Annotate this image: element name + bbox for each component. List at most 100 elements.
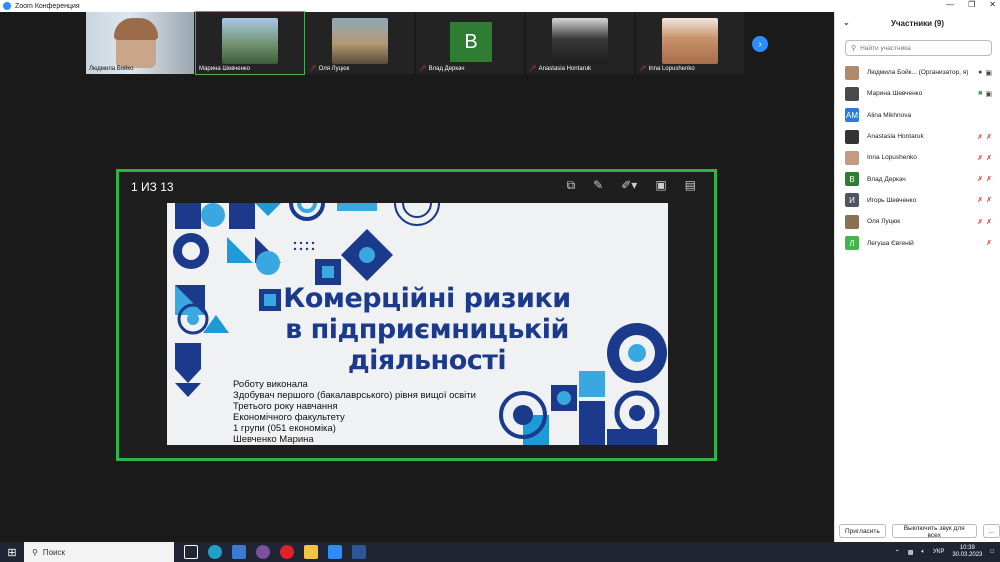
task-view-icon[interactable] — [184, 545, 198, 559]
tray-arrow-icon[interactable]: ⌃ — [895, 549, 900, 556]
window-controls: — ❐ ✕ — [946, 0, 996, 9]
participant-photo — [332, 18, 388, 64]
video-on-icon: ▣ — [985, 69, 992, 77]
taskbar-search[interactable]: ⚲ Поиск — [24, 542, 174, 562]
share-options-icon[interactable]: ▤ — [685, 178, 696, 193]
store-icon[interactable] — [232, 545, 246, 559]
avatar: Л — [845, 236, 859, 251]
tile-name: 🎤︎ Влад Деркач — [419, 65, 465, 73]
meeting-area: Людмила Бойко Марина Шевченко 🎤︎ Оля Луцю… — [0, 11, 834, 542]
tile-name: 🎤︎ Оля Луцюк — [309, 65, 350, 73]
mic-off-icon: 🎤︎ — [309, 66, 317, 72]
avatar — [845, 86, 859, 101]
annotate-icon[interactable]: ✐▾ — [621, 178, 637, 193]
slide-line: Роботу виконала — [233, 379, 308, 390]
tile-name: 🎤︎ Anastasia Hontaruk — [529, 65, 591, 73]
opera-icon[interactable] — [280, 545, 294, 559]
video-tile-vlad[interactable]: В 🎤︎ Влад Деркач — [416, 12, 524, 74]
participant-item[interactable]: Inna Lopushenko ✗ ✗ — [835, 147, 1000, 168]
share-tools: ⧉ ✎ ✐▾ ▣ ▤ — [567, 178, 696, 193]
participant-status: ✗ ✗ — [977, 175, 992, 183]
clock-date: 30.03.2023 — [952, 552, 983, 558]
next-page-icon[interactable]: › — [752, 36, 768, 52]
participant-name: Alina Mikhnova — [867, 111, 912, 119]
slide-body-text: Роботу виконала Здобувач першого (бакала… — [233, 379, 476, 445]
windows-taskbar: ⊞ ⚲ Поиск ⌃ ▩ 🔈︎ УКР 10:39 30.03.2023 □ — [0, 542, 1000, 562]
edge-icon[interactable] — [208, 545, 222, 559]
participant-avatar: В — [450, 22, 492, 62]
participant-item[interactable]: AM Alina Mikhnova — [835, 105, 1000, 126]
mic-off-icon: ✗ — [977, 218, 984, 226]
more-button[interactable]: ... — [982, 524, 1000, 538]
participant-status: ✗ ✗ — [977, 218, 992, 226]
network-icon[interactable]: ▩ — [908, 549, 914, 556]
taskbar-apps — [184, 545, 366, 559]
system-tray: ⌃ ▩ 🔈︎ УКР 10:39 30.03.2023 □ — [895, 542, 994, 562]
mic-off-icon: ✗ — [977, 176, 984, 184]
video-tile-inna[interactable]: 🎤︎ Inna Lopushenko — [636, 12, 744, 74]
language-indicator[interactable]: УКР — [933, 549, 944, 555]
participant-status: ✗ ✗ — [977, 133, 992, 141]
notifications-icon[interactable]: □ — [990, 549, 994, 555]
participant-search-input[interactable] — [860, 44, 981, 52]
participant-item[interactable]: Л Легуша Євгеній ✗ — [835, 232, 1000, 253]
avatar: В — [845, 172, 859, 187]
participant-name: Легуша Євгеній — [867, 239, 914, 247]
mute-all-button[interactable]: Выключить звук для всех — [891, 524, 977, 539]
participant-item[interactable]: Оля Луцюк ✗ ✗ — [835, 211, 1000, 232]
video-tile-lyudmyla[interactable]: Людмила Бойко — [86, 12, 194, 74]
video-tile-olya[interactable]: 🎤︎ Оля Луцюк — [306, 12, 414, 74]
video-off-icon: ✗ — [986, 154, 992, 162]
tile-name: 🎤︎ Inna Lopushenko — [639, 65, 695, 73]
invite-button[interactable]: Пригласить — [839, 524, 886, 538]
volume-icon[interactable]: 🔈︎ — [921, 549, 925, 556]
tile-name: Марина Шевченко — [199, 66, 250, 72]
search-icon: ⚲ — [851, 45, 857, 52]
participant-search[interactable]: ⚲ — [845, 40, 992, 56]
speaking-icon: ■ — [978, 89, 983, 97]
participant-item[interactable]: В Влад Деркач ✗ ✗ — [835, 168, 1000, 189]
view-mode-icon[interactable]: ⧉ — [567, 178, 576, 193]
participant-name: Марина Шевченко — [867, 90, 923, 98]
mic-off-icon: 🎤︎ — [529, 66, 537, 72]
participant-item[interactable]: Anastasia Hontaruk ✗ ✗ — [835, 126, 1000, 147]
slide-line: 1 групи (051 економіка) — [233, 423, 336, 434]
word-icon[interactable] — [352, 545, 366, 559]
video-tile-maryna[interactable]: Марина Шевченко — [195, 11, 305, 75]
participant-name: Inna Lopushenko — [867, 154, 917, 162]
participant-name: Людмила Бойк... (Организатор, я) — [867, 69, 969, 77]
participant-item[interactable]: Марина Шевченко ■ ▣ — [835, 83, 1000, 104]
participant-status: ■ ▣ — [978, 90, 992, 98]
participant-item[interactable]: Людмила Бойк... (Организатор, я) ● ▣ — [835, 62, 1000, 83]
presentation-slide: Комерційні ризики в підприємницькій діял… — [167, 203, 668, 445]
participants-title: Участники (9) — [890, 18, 945, 28]
screen-share-panel: 1 ИЗ 13 ⧉ ✎ ✐▾ ▣ ▤ Комерційні ризики в п… — [116, 169, 717, 461]
slide-line: Економічного факультету — [233, 412, 345, 423]
taskbar-search-label: Поиск — [42, 547, 66, 557]
participant-item[interactable]: И Игорь Шевченко ✗ ✗ — [835, 190, 1000, 211]
restore-button[interactable]: ❐ — [968, 0, 975, 9]
search-icon: ⚲ — [32, 547, 38, 557]
video-on-icon: ▣ — [985, 90, 992, 98]
clock-time: 10:39 — [959, 545, 975, 551]
pen-icon[interactable]: ✎ — [593, 178, 603, 193]
zoom-taskbar-icon[interactable] — [328, 545, 342, 559]
minimize-button[interactable]: — — [946, 0, 954, 9]
participant-photo — [222, 18, 278, 64]
close-button[interactable]: ✕ — [989, 0, 996, 9]
viber-icon[interactable] — [256, 545, 270, 559]
chevron-down-icon[interactable]: ⌄ — [843, 18, 850, 27]
video-off-icon: ✗ — [986, 197, 992, 205]
file-explorer-icon[interactable] — [304, 545, 318, 559]
participant-photo — [662, 18, 718, 64]
avatar: AM — [845, 108, 859, 123]
whiteboard-icon[interactable]: ▣ — [655, 178, 666, 193]
mic-off-icon: ✗ — [977, 197, 984, 205]
mic-off-icon: ✗ — [977, 133, 984, 141]
windows-start-icon[interactable]: ⊞ — [0, 542, 24, 562]
taskbar-clock[interactable]: 10:39 30.03.2023 — [952, 545, 982, 559]
share-toolbar: 1 ИЗ 13 ⧉ ✎ ✐▾ ▣ ▤ — [119, 172, 714, 202]
participant-status: ✗ — [986, 239, 992, 247]
participants-list: Людмила Бойк... (Организатор, я) ● ▣ Мари… — [835, 62, 1000, 254]
video-tile-anastasia[interactable]: 🎤︎ Anastasia Hontaruk — [526, 12, 634, 74]
